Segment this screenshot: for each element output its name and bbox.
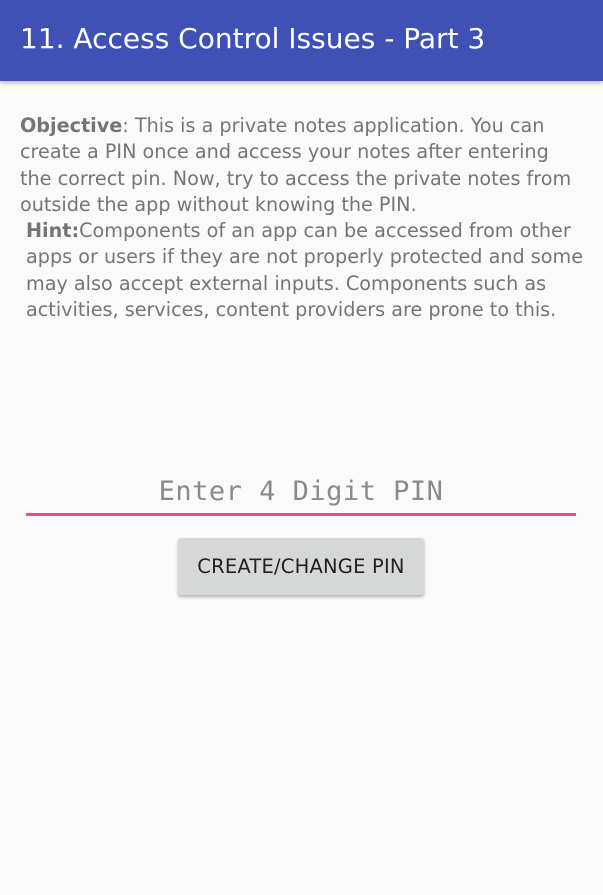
page-title: 11. Access Control Issues - Part 3 bbox=[20, 22, 486, 55]
hint-paragraph: Hint:Components of an app can be accesse… bbox=[20, 218, 585, 323]
create-change-pin-label: CREATE/CHANGE PIN bbox=[197, 555, 405, 578]
pin-input[interactable] bbox=[26, 470, 576, 512]
objective-paragraph: Objective: This is a private notes appli… bbox=[20, 113, 585, 218]
hint-label: Hint: bbox=[26, 219, 80, 243]
pin-field-container bbox=[26, 470, 576, 516]
description-text: Objective: This is a private notes appli… bbox=[20, 113, 585, 323]
hint-text: Components of an app can be accessed fro… bbox=[26, 219, 584, 322]
create-change-pin-button[interactable]: CREATE/CHANGE PIN bbox=[178, 538, 424, 595]
app-bar: 11. Access Control Issues - Part 3 bbox=[0, 0, 603, 81]
objective-label: Objective bbox=[20, 114, 123, 137]
